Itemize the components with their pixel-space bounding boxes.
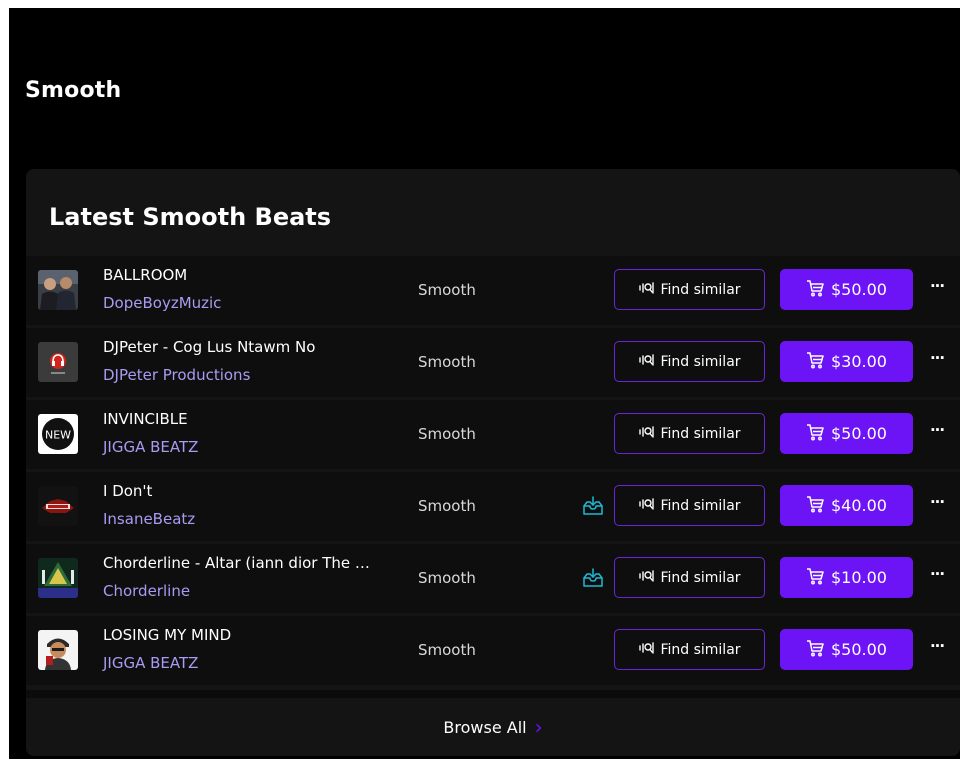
beat-title[interactable]: BALLROOM (103, 266, 403, 284)
add-to-cart-button[interactable]: $30.00 (780, 341, 913, 382)
beat-title[interactable]: DJPeter - Cog Lus Ntawm No (103, 338, 403, 356)
price-label: $50.00 (831, 280, 887, 299)
beat-producer-link[interactable]: InsaneBeatz (103, 510, 195, 528)
section-title: Latest Smooth Beats (49, 203, 332, 231)
cart-icon (806, 567, 824, 589)
beat-row[interactable]: BALLROOM DopeBoyzMuzic Smooth Find simil… (26, 256, 960, 325)
more-options-button[interactable]: ··· (927, 421, 947, 443)
find-similar-label: Find similar (660, 281, 741, 298)
beat-row[interactable]: DJPeter - Cog Lus Ntawm No DJPeter Produ… (26, 328, 960, 397)
cart-icon (806, 351, 824, 373)
beat-cover-image[interactable] (38, 558, 78, 598)
find-similar-button[interactable]: Find similar (614, 557, 765, 598)
cart-icon (806, 495, 824, 517)
find-similar-button[interactable]: Find similar (614, 341, 765, 382)
beat-genre: Smooth (418, 425, 476, 443)
beat-title[interactable]: I Don't (103, 482, 403, 500)
cart-icon (806, 639, 824, 661)
price-label: $50.00 (831, 640, 887, 659)
add-to-cart-button[interactable]: $50.00 (780, 269, 913, 310)
find-similar-icon (638, 640, 655, 660)
beat-genre: Smooth (418, 569, 476, 587)
price-label: $50.00 (831, 424, 887, 443)
beat-cover-image[interactable] (38, 630, 78, 670)
beats-list: BALLROOM DopeBoyzMuzic Smooth Find simil… (26, 256, 960, 685)
find-similar-button[interactable]: Find similar (614, 485, 765, 526)
beat-cover-image[interactable] (38, 486, 78, 526)
find-similar-label: Find similar (660, 569, 741, 586)
free-download-icon[interactable] (582, 495, 604, 517)
find-similar-label: Find similar (660, 353, 741, 370)
beat-row[interactable]: Chorderline - Altar (iann dior The … Cho… (26, 544, 960, 613)
price-label: $10.00 (831, 568, 887, 587)
find-similar-label: Find similar (660, 641, 741, 658)
beat-producer-link[interactable]: Chorderline (103, 582, 190, 600)
beat-cover-image[interactable]: NEW (38, 414, 78, 454)
beat-row[interactable]: LOSING MY MIND JIGGA BEATZ Smooth Find s… (26, 616, 960, 685)
beat-title[interactable]: INVINCIBLE (103, 410, 403, 428)
beat-genre: Smooth (418, 497, 476, 515)
find-similar-icon (638, 496, 655, 516)
find-similar-icon (638, 352, 655, 372)
beat-genre: Smooth (418, 281, 476, 299)
chevron-right-icon: › (534, 715, 543, 739)
beat-producer-link[interactable]: JIGGA BEATZ (103, 438, 198, 456)
find-similar-button[interactable]: Find similar (614, 629, 765, 670)
browse-all-label: Browse All (443, 717, 527, 737)
page-frame: Smooth Latest Smooth Beats BALLROOM Dope… (9, 8, 960, 759)
more-options-button[interactable]: ··· (927, 565, 947, 587)
price-label: $30.00 (831, 352, 887, 371)
beat-title[interactable]: Chorderline - Altar (iann dior The … (103, 554, 403, 572)
add-to-cart-button[interactable]: $10.00 (780, 557, 913, 598)
latest-beats-card: Latest Smooth Beats BALLROOM DopeBoyzMuz… (26, 169, 960, 756)
beat-row[interactable]: I Don't InsaneBeatz Smooth Find similar (26, 472, 960, 541)
more-options-button[interactable]: ··· (927, 277, 947, 299)
beat-genre: Smooth (418, 353, 476, 371)
add-to-cart-button[interactable]: $50.00 (780, 629, 913, 670)
beat-producer-link[interactable]: JIGGA BEATZ (103, 654, 198, 672)
find-similar-button[interactable]: Find similar (614, 269, 765, 310)
more-options-button[interactable]: ··· (927, 493, 947, 515)
find-similar-button[interactable]: Find similar (614, 413, 765, 454)
beat-producer-link[interactable]: DopeBoyzMuzic (103, 294, 221, 312)
find-similar-label: Find similar (660, 497, 741, 514)
browse-all-link[interactable]: Browse All › (26, 707, 960, 747)
more-options-button[interactable]: ··· (927, 349, 947, 371)
price-label: $40.00 (831, 496, 887, 515)
beat-cover-image[interactable] (38, 342, 78, 382)
beat-producer-link[interactable]: DJPeter Productions (103, 366, 250, 384)
add-to-cart-button[interactable]: $50.00 (780, 413, 913, 454)
find-similar-icon (638, 424, 655, 444)
new-badge-text: NEW (45, 429, 71, 442)
beat-cover-image[interactable] (38, 270, 78, 310)
find-similar-icon (638, 568, 655, 588)
add-to-cart-button[interactable]: $40.00 (780, 485, 913, 526)
cart-icon (806, 279, 824, 301)
cart-icon (806, 423, 824, 445)
list-bottom-divider (26, 690, 960, 698)
find-similar-label: Find similar (660, 425, 741, 442)
page-title: Smooth (25, 78, 122, 103)
beat-row[interactable]: NEW INVINCIBLE JIGGA BEATZ Smooth Find s… (26, 400, 960, 469)
beat-title[interactable]: LOSING MY MIND (103, 626, 403, 644)
find-similar-icon (638, 280, 655, 300)
free-download-icon[interactable] (582, 567, 604, 589)
more-options-button[interactable]: ··· (927, 637, 947, 659)
beat-genre: Smooth (418, 641, 476, 659)
